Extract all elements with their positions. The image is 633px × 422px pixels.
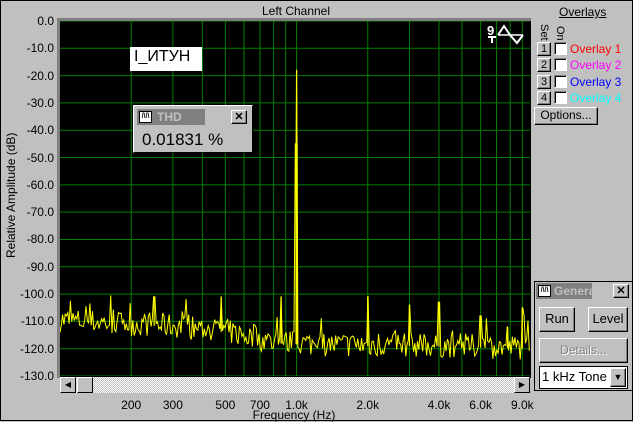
scroll-left-button[interactable]: ◀ xyxy=(60,377,76,393)
options-button[interactable]: Options... xyxy=(534,107,598,125)
signal-select-value: 1 kHz Tone xyxy=(542,369,607,384)
details-button[interactable]: Details... xyxy=(539,338,628,363)
generator-icon: /\/\ xyxy=(538,285,551,297)
generator-titlebar[interactable]: /\/\ Generator xyxy=(536,283,592,299)
overlay-label: Overlay 3 xyxy=(570,74,622,89)
y-axis-label: Relative Amplitude (dB) xyxy=(4,132,18,258)
horizontal-scrollbar[interactable]: ◀ ▶ xyxy=(60,377,530,393)
overlay-checkbox[interactable] xyxy=(554,42,567,55)
overlays-header: Overlays xyxy=(559,5,607,19)
overlay-set-button[interactable]: 1 xyxy=(537,42,551,56)
overlay-checkbox[interactable] xyxy=(554,90,567,104)
y-tick-label: -30.0 xyxy=(26,95,54,110)
thd-meter-window[interactable]: /\/\ THD ✕ 0.01831 % xyxy=(133,105,253,153)
y-tick-label: -120.0 xyxy=(19,341,54,356)
thd-titlebar[interactable]: /\/\ THD xyxy=(137,109,205,125)
y-tick-label: -20.0 xyxy=(26,68,54,83)
generator-close-button[interactable]: ✕ xyxy=(613,284,629,298)
analyzer-window: Left Channel 0.0 -10.0 -20.0 -30.0 -40.0 -50.… xyxy=(0,0,633,422)
run-button[interactable]: Run xyxy=(539,307,575,332)
x-axis-label: Frequency (Hz) xyxy=(252,408,336,422)
overlay-checkbox[interactable] xyxy=(554,58,567,72)
level-button[interactable]: Level xyxy=(588,307,628,332)
scroll-thumb[interactable] xyxy=(77,377,93,393)
overlay-label: Overlay 2 xyxy=(570,58,622,73)
signal-select[interactable]: 1 kHz Tone ▼ xyxy=(539,366,628,389)
svg-text:9: 9 xyxy=(487,23,494,38)
overlay-set-button[interactable]: 2 xyxy=(537,58,551,73)
thd-title: THD xyxy=(157,110,182,124)
trace-label: I_ИТУН xyxy=(130,47,202,71)
overlay-set-button[interactable]: 3 xyxy=(537,74,551,89)
generator-title: Generator xyxy=(554,284,592,298)
generator-sync-icon[interactable]: 9 xyxy=(487,23,525,45)
thd-close-button[interactable]: ✕ xyxy=(231,110,247,124)
meter-icon: /\/\ xyxy=(139,111,152,123)
spectrum-chart xyxy=(60,21,530,376)
thd-value: 0.01831 % xyxy=(142,130,224,149)
y-tick-label: -110.0 xyxy=(20,314,54,329)
y-tick-label: -130.0 xyxy=(19,368,54,383)
overlay-label: Overlay 4 xyxy=(570,90,622,105)
overlay-label: Overlay 1 xyxy=(570,42,622,56)
overlay-checkbox[interactable] xyxy=(554,74,567,88)
y-tick-label: 0.0 xyxy=(37,14,54,28)
y-tick-label: -100.0 xyxy=(19,287,54,301)
scroll-right-button[interactable]: ▶ xyxy=(514,377,530,393)
overlay-set-button[interactable]: 4 xyxy=(537,90,551,105)
y-tick-label: -90.0 xyxy=(26,259,54,274)
window-title: Left Channel xyxy=(261,4,331,18)
y-tick-label: -10.0 xyxy=(26,41,54,56)
spectrum-trace xyxy=(60,69,530,360)
generator-window[interactable]: /\/\ Generator ✕ Run Level Details... 1 … xyxy=(534,281,633,391)
chevron-down-icon[interactable]: ▼ xyxy=(610,368,626,387)
